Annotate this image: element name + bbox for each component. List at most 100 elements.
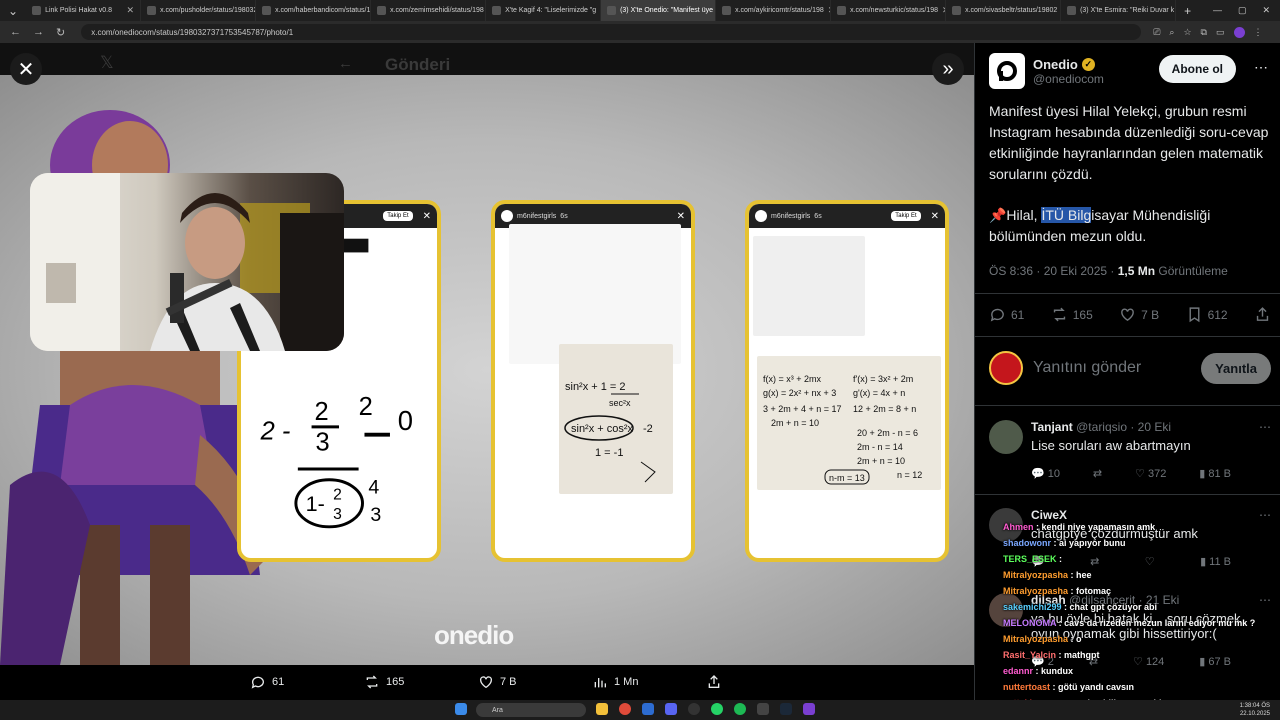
chat-username[interactable]: MELONOMA	[1003, 618, 1056, 628]
reply-icon	[251, 676, 264, 689]
chat-message: Mitralyozpasha : fotomaç	[1003, 583, 1273, 599]
close-viewer-button[interactable]: ✕	[10, 53, 42, 85]
url-field[interactable]: x.com/onediocom/status/19803273717535457…	[81, 24, 1142, 40]
chat-text: o	[1076, 634, 1082, 644]
svg-text:2: 2	[315, 398, 329, 426]
reply-action[interactable]: 61	[250, 674, 284, 690]
chat-text: götü yandı cavsın	[1058, 682, 1135, 692]
author-handle[interactable]: @onediocom	[1033, 72, 1104, 86]
comment-reply-count[interactable]: 💬 10	[1031, 467, 1060, 480]
sidebar-icon[interactable]: ▭	[1216, 27, 1225, 38]
zoom-icon[interactable]: ⌕	[1169, 27, 1174, 38]
user-avatar[interactable]	[989, 351, 1023, 385]
browser-tab[interactable]: x.com/sivasbeltr/status/19802✕	[946, 0, 1062, 21]
close-window-icon[interactable]: ✕	[1262, 5, 1270, 16]
story-card-2[interactable]: m6nifestgirls 6s ✕ sin²x + 1 = 2 sec²x s…	[491, 200, 695, 562]
star-icon[interactable]: ☆	[1183, 27, 1191, 38]
file-explorer-icon[interactable]	[596, 703, 608, 715]
browser-tab[interactable]: Link Polisi Hakat v0.8 ✕	[26, 0, 142, 21]
like-action[interactable]: 7 B	[478, 674, 517, 690]
taskbar-search[interactable]: Ara	[476, 703, 586, 717]
onedio-logo[interactable]	[989, 53, 1025, 89]
chat-username[interactable]: Mitralyozpasha	[1003, 634, 1068, 644]
browser-tab[interactable]: x.com/haberbandicom/status/198✕	[256, 0, 372, 21]
story-card-3[interactable]: m6nifestgirls 6s Takip Et ✕ f(x) = x³ + …	[745, 200, 949, 562]
chat-username[interactable]: Ahmen	[1003, 522, 1034, 532]
steam-icon[interactable]	[780, 703, 792, 715]
comment-repost[interactable]: ⇄	[1093, 467, 1102, 480]
browser-tab[interactable]: X'te Kagif 4: "Liselerimizde "g✕	[486, 0, 602, 21]
chat-separator: :	[1068, 586, 1077, 596]
author-name-row[interactable]: Onedio ✓	[1033, 57, 1104, 72]
browser-tab[interactable]: x.com/zemimsehidi/status/198✕	[371, 0, 487, 21]
browser-tab[interactable]: x.com/newsturkic/status/198✕	[831, 0, 947, 21]
follow-button[interactable]: Abone ol	[1158, 55, 1236, 83]
maximize-icon[interactable]: ▢	[1238, 5, 1247, 16]
svg-text:3: 3	[370, 504, 381, 526]
chat-text: kendi niye yapamasın amk	[1041, 522, 1156, 532]
handwritten-trig: sin²x + 1 = 2 sec²x sin²x + cos²x -2 1 =…	[564, 381, 656, 483]
comment-view-count[interactable]: ▮ 81 B	[1199, 467, 1231, 480]
chat-username[interactable]: nuttertoast	[1003, 682, 1050, 692]
expand-panel-button[interactable]: »	[932, 53, 964, 85]
tweet-time[interactable]: ÖS 8:36 · 20 Eki 2025 ·	[989, 264, 1118, 278]
chat-text: hee	[1076, 570, 1092, 580]
comment-like-count[interactable]: ♡ 372	[1135, 467, 1166, 480]
browser-tab[interactable]: (3) X'te Esmira: "Reiki Duvar k✕	[1061, 0, 1177, 21]
story-close-icon[interactable]: ✕	[677, 211, 685, 222]
tweet-views: 1,5 Mn	[1117, 264, 1156, 278]
browser-tab[interactable]: (3) X'te Onedio: "Manifest üye✕	[601, 0, 717, 21]
minimize-icon[interactable]: —	[1213, 5, 1222, 16]
system-tray[interactable]: 1:38:04 ÖS 22.10.2025	[1240, 702, 1270, 718]
comment-more-icon[interactable]: ⋯	[1259, 420, 1271, 434]
more-options-icon[interactable]: ⋯	[1254, 59, 1268, 76]
forward-icon[interactable]: →	[33, 26, 44, 39]
reply-stat[interactable]: 61	[989, 306, 1024, 323]
repost-stat[interactable]: 165	[1051, 306, 1093, 323]
chat-text: fotomaç	[1076, 586, 1112, 596]
app-icon[interactable]	[803, 703, 815, 715]
views-action[interactable]: 1 Mn	[592, 674, 638, 690]
story-follow-button[interactable]: Takip Et	[891, 211, 921, 221]
story-close-icon[interactable]: ✕	[931, 211, 939, 222]
reply-button[interactable]: Yanıtla	[1201, 352, 1271, 384]
chat-username[interactable]: sakemichi299	[1003, 602, 1062, 612]
tab-search-icon[interactable]: ⌄	[0, 4, 26, 18]
share-stat[interactable]	[1254, 306, 1271, 323]
chat-username[interactable]: shadowonr	[1003, 538, 1051, 548]
repost-action[interactable]: 165	[364, 674, 404, 690]
browser-tab[interactable]: x.com/pusholder/status/198032✕	[141, 0, 257, 21]
spotify-icon[interactable]	[734, 703, 746, 715]
menu-icon[interactable]: ⋮	[1254, 27, 1263, 38]
photo[interactable]: Takip Et ✕ 2 - 2 3 2 0 1- 2 3 4 3 m6nife…	[0, 75, 974, 700]
reply-input[interactable]: Yanıtını gönder	[1033, 359, 1141, 377]
new-tab-icon[interactable]: +	[1176, 4, 1199, 18]
browser-tab[interactable]: x.com/aykiricomtr/status/198✕	[716, 0, 832, 21]
chat-username[interactable]: Mitralyozpasha	[1003, 586, 1068, 596]
chrome-icon[interactable]	[619, 703, 631, 715]
chat-username[interactable]: edannr	[1003, 666, 1033, 676]
windows-start-icon[interactable]	[455, 703, 467, 715]
commenter-name[interactable]: Tanjant	[1031, 420, 1073, 434]
divider	[975, 405, 1280, 406]
chat-separator: :	[1056, 650, 1065, 660]
commenter-avatar[interactable]	[989, 420, 1023, 454]
extensions-icon[interactable]: ⧉	[1201, 27, 1207, 38]
whatsapp-icon[interactable]	[711, 703, 723, 715]
like-stat[interactable]: 7 B	[1119, 306, 1159, 323]
cast-icon[interactable]: ⎚	[1153, 27, 1160, 38]
reload-icon[interactable]: ↻	[56, 26, 65, 39]
app-icon[interactable]	[757, 703, 769, 715]
profile-avatar[interactable]	[1233, 26, 1245, 38]
share-action[interactable]	[706, 674, 722, 690]
back-icon[interactable]: ←	[10, 26, 21, 39]
bookmark-stat[interactable]: 612	[1186, 306, 1228, 323]
tab-close-icon[interactable]: ✕	[127, 5, 135, 16]
chat-username[interactable]: Mitralyozpasha	[1003, 570, 1068, 580]
chat-username[interactable]: Rasit_Yalcin	[1003, 650, 1056, 660]
chat-username[interactable]: TERS_ESEK	[1003, 554, 1057, 564]
obs-icon[interactable]	[688, 703, 700, 715]
chat-message: Ahmen : kendi niye yapamasın amk	[1003, 519, 1273, 535]
discord-icon[interactable]	[665, 703, 677, 715]
app-icon[interactable]	[642, 703, 654, 715]
